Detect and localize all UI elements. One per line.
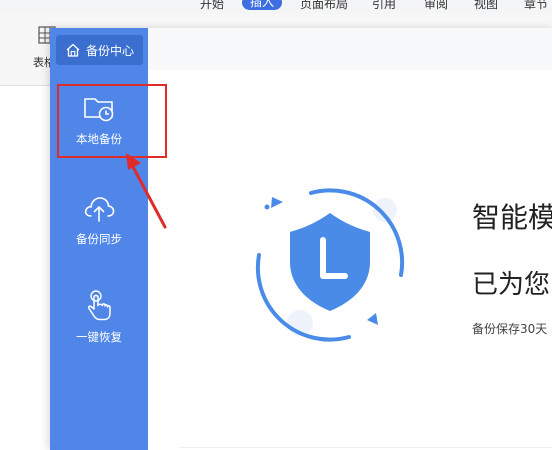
shield-lock-graphic xyxy=(255,188,405,342)
ribbon-tab-page-layout[interactable]: 页面布局 xyxy=(300,0,348,12)
host-ribbon-tabs: 开始 插入 页面布局 引用 审阅 视图 章节 xyxy=(0,0,552,14)
ribbon-tab-view[interactable]: 视图 xyxy=(474,0,498,12)
home-icon xyxy=(66,43,80,57)
cloud-upload-icon xyxy=(84,197,115,222)
hand-tap-icon xyxy=(87,290,111,321)
ribbon-tab-insert[interactable]: 插入 xyxy=(242,0,283,10)
backup-retention-note: 备份保存30天 xyxy=(472,322,548,336)
dialog-title-bar xyxy=(148,28,552,70)
backup-center-header[interactable]: 备份中心 xyxy=(56,35,143,65)
sidebar-item-label: 备份同步 xyxy=(76,232,122,246)
sidebar-item-one-click-restore[interactable]: 一键恢复 xyxy=(50,288,148,364)
ribbon-tab-review[interactable]: 审阅 xyxy=(424,0,448,12)
divider xyxy=(180,447,552,448)
main-title: 智能模 xyxy=(472,201,552,234)
sidebar-item-label: 一键恢复 xyxy=(76,330,122,344)
main-subtitle: 已为您 xyxy=(472,270,551,300)
ribbon-tab-chapter[interactable]: 章节 xyxy=(524,0,548,12)
annotation-arrow xyxy=(126,153,167,229)
backup-center-title: 备份中心 xyxy=(86,43,135,58)
ribbon-tab-references[interactable]: 引用 xyxy=(372,0,396,12)
host-document-margin xyxy=(0,86,50,450)
ribbon-tab-home[interactable]: 开始 xyxy=(200,0,224,12)
